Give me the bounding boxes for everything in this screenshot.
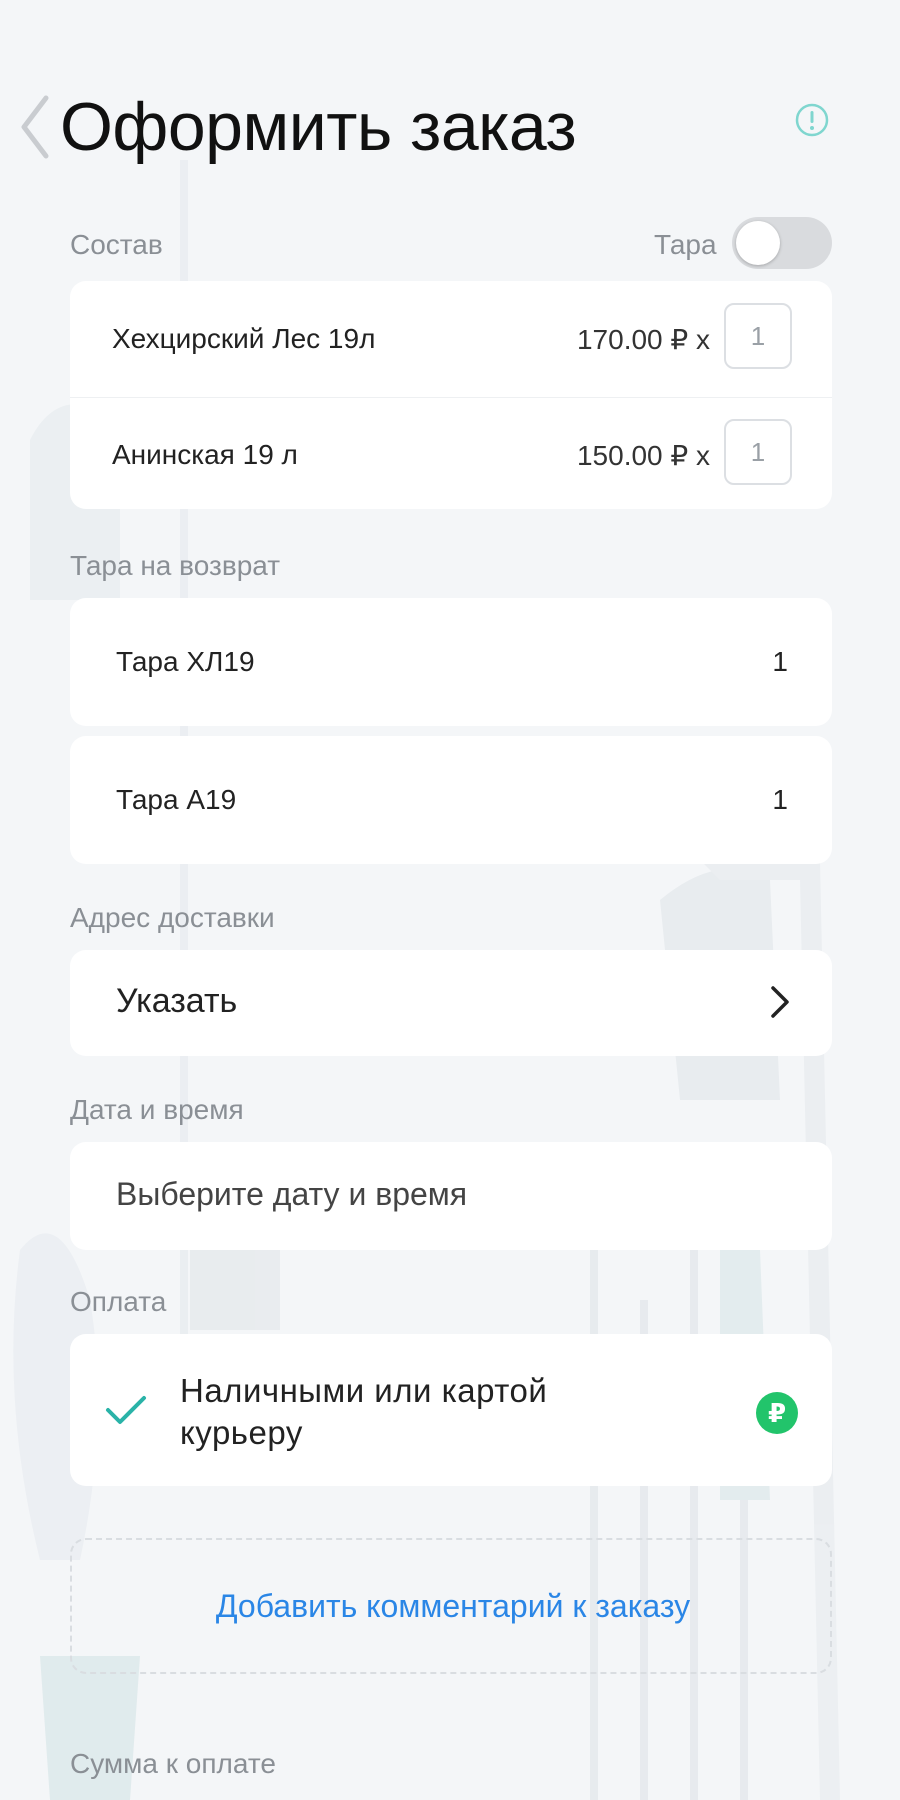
datetime-placeholder: Выберите дату и время [116,1176,468,1212]
page-title: Оформить заказ [60,89,577,165]
order-item-name: Хехцирский Лес 19л [112,323,376,354]
total-label: Сумма к оплате [70,1748,276,1779]
payment-method-line1: Наличными или картой [180,1372,548,1409]
ruble-icon: ₽ [756,1392,798,1434]
quantity-input[interactable]: 1 [724,303,792,369]
tara-toggle[interactable] [732,217,832,269]
payment-method-line2: курьеру [180,1414,303,1451]
order-item-row: Хехцирский Лес 19л 170.00 ₽ x 1 [70,281,832,397]
tara-item-name: Тара ХЛ19 [116,646,255,677]
quantity-input[interactable]: 1 [724,419,792,485]
payment-method-option[interactable]: Наличными или картой курьеру ₽ [70,1334,832,1486]
toggle-knob [736,221,780,265]
back-chevron-icon[interactable] [14,92,54,162]
address-label: Адрес доставки [70,902,275,933]
tara-item-count: 1 [772,646,788,677]
add-comment-area[interactable]: Добавить комментарий к заказу [70,1538,832,1674]
return-tara-item[interactable]: Тара ХЛ19 1 [70,598,832,726]
payment-label: Оплата [70,1286,167,1317]
order-item-row: Анинская 19 л 150.00 ₽ x 1 [70,397,832,509]
datetime-label: Дата и время [70,1094,244,1125]
order-items-card: Хехцирский Лес 19л 170.00 ₽ x 1 Анинская… [70,281,832,509]
address-value: Указать [116,982,238,1020]
order-item-price: 150.00 ₽ x [576,440,710,471]
chevron-right-icon [771,986,789,1018]
order-item-price: 170.00 ₽ x [576,324,710,355]
return-tara-item[interactable]: Тара А19 1 [70,736,832,864]
tara-item-name: Тара А19 [116,784,237,815]
check-icon [106,1396,146,1424]
order-item-name: Анинская 19 л [112,439,298,470]
address-select[interactable]: Указать [70,950,832,1056]
return-tara-label: Тара на возврат [70,550,281,581]
info-icon[interactable] [794,102,830,138]
add-comment-link[interactable]: Добавить комментарий к заказу [72,1588,834,1625]
tara-item-count: 1 [772,784,788,815]
payment-method-text: Наличными или картой курьеру [180,1370,660,1454]
datetime-select[interactable]: Выберите дату и время [70,1142,832,1250]
tara-toggle-label: Тара [654,229,717,260]
composition-label: Состав [70,229,163,260]
